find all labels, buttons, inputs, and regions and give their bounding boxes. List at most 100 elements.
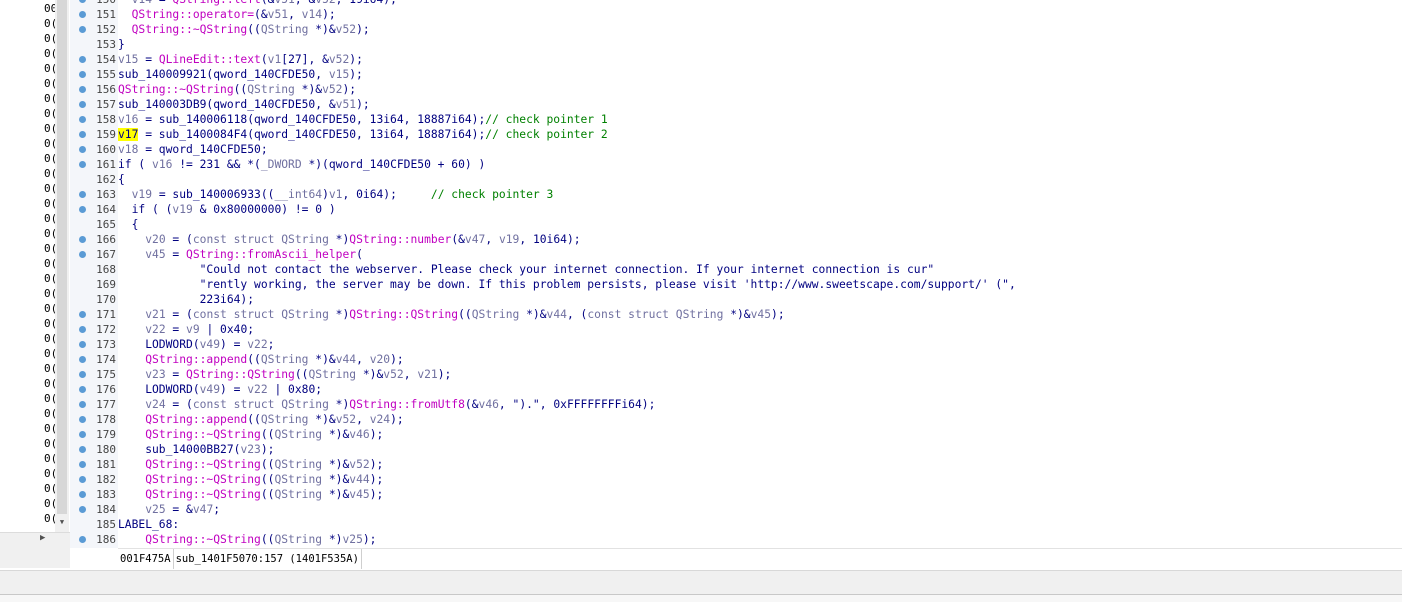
code-text[interactable]: "rently working, the server may be down.…: [118, 277, 1016, 292]
breakpoint-dot-icon[interactable]: [79, 311, 86, 318]
code-line[interactable]: 171 v21 = (const struct QString *)QStrin…: [70, 307, 1402, 322]
code-text[interactable]: sub_14000BB27(v23);: [118, 442, 274, 457]
breakpoint-dot-icon[interactable]: [79, 356, 86, 363]
code-text[interactable]: sub_140003DB9(qword_140CFDE50, &v51);: [118, 97, 370, 112]
code-line[interactable]: 152 QString::~QString((QString *)&v52);: [70, 22, 1402, 37]
code-text[interactable]: v19 = sub_140006933((__int64)v1, 0i64); …: [118, 187, 554, 202]
code-line[interactable]: 168 "Could not contact the webserver. Pl…: [70, 262, 1402, 277]
code-text[interactable]: QString::~QString((QString *)&v44);: [118, 472, 383, 487]
code-line[interactable]: 186 QString::~QString((QString *)v25);: [70, 532, 1402, 547]
breakpoint-dot-icon[interactable]: [79, 431, 86, 438]
code-text[interactable]: QString::~QString((QString *)v25);: [118, 532, 376, 547]
code-line[interactable]: 177 v24 = (const struct QString *)QStrin…: [70, 397, 1402, 412]
code-text[interactable]: v15 = QLineEdit::text(v1[27], &v52);: [118, 52, 363, 67]
code-text[interactable]: v18 = qword_140CFDE50;: [118, 142, 268, 157]
code-text[interactable]: QString::~QString((QString *)&v52);: [118, 22, 370, 37]
code-line[interactable]: 157 sub_140003DB9(qword_140CFDE50, &v51);: [70, 97, 1402, 112]
breakpoint-dot-icon[interactable]: [79, 371, 86, 378]
breakpoint-dot-icon[interactable]: [79, 71, 86, 78]
breakpoint-dot-icon[interactable]: [79, 131, 86, 138]
code-text[interactable]: v45 = QString::fromAscii_helper(: [118, 247, 363, 262]
code-text[interactable]: v23 = QString::QString((QString *)&v52, …: [118, 367, 451, 382]
code-line[interactable]: 184 v25 = &v47;: [70, 502, 1402, 517]
code-line[interactable]: 156 QString::~QString((QString *)&v52);: [70, 82, 1402, 97]
breakpoint-dot-icon[interactable]: [79, 146, 86, 153]
code-line[interactable]: 150 v14 = QString::left(&v51, &v52, 19i6…: [70, 0, 1402, 7]
breakpoint-dot-icon[interactable]: [79, 161, 86, 168]
code-text[interactable]: LODWORD(v49) = v22 | 0x80;: [118, 382, 322, 397]
breakpoint-dot-icon[interactable]: [79, 401, 86, 408]
code-line[interactable]: 151 QString::operator=(&v51, v14);: [70, 7, 1402, 22]
breakpoint-dot-icon[interactable]: [79, 491, 86, 498]
code-text[interactable]: if ( v16 != 231 && *(_DWORD *)(qword_140…: [118, 157, 485, 172]
code-line[interactable]: 173 LODWORD(v49) = v22;: [70, 337, 1402, 352]
code-text[interactable]: QString::append((QString *)&v52, v24);: [118, 412, 404, 427]
code-text[interactable]: QString::operator=(&v51, v14);: [118, 7, 336, 22]
breakpoint-dot-icon[interactable]: [79, 86, 86, 93]
vertical-scrollbar[interactable]: ▼: [55, 0, 69, 532]
code-text[interactable]: 223i64);: [118, 292, 254, 307]
code-line[interactable]: 178 QString::append((QString *)&v52, v24…: [70, 412, 1402, 427]
code-text[interactable]: QString::~QString((QString *)&v52);: [118, 82, 356, 97]
breakpoint-dot-icon[interactable]: [79, 56, 86, 63]
breakpoint-dot-icon[interactable]: [79, 416, 86, 423]
code-line[interactable]: 160 v18 = qword_140CFDE50;: [70, 142, 1402, 157]
breakpoint-dot-icon[interactable]: [79, 326, 86, 333]
code-line[interactable]: 183 QString::~QString((QString *)&v45);: [70, 487, 1402, 502]
code-line[interactable]: 158 v16 = sub_140006118(qword_140CFDE50, …: [70, 112, 1402, 127]
code-text[interactable]: }: [118, 37, 125, 52]
breakpoint-dot-icon[interactable]: [79, 11, 86, 18]
code-text[interactable]: LABEL_68:: [118, 517, 179, 532]
code-text[interactable]: v21 = (const struct QString *)QString::Q…: [118, 307, 784, 322]
code-text[interactable]: v25 = &v47;: [118, 502, 220, 517]
breakpoint-dot-icon[interactable]: [79, 101, 86, 108]
code-line[interactable]: 164 if ( (v19 & 0x80000000) != 0 ): [70, 202, 1402, 217]
code-line[interactable]: 182 QString::~QString((QString *)&v44);: [70, 472, 1402, 487]
code-line[interactable]: 153}: [70, 37, 1402, 52]
code-line[interactable]: 165 {: [70, 217, 1402, 232]
code-line[interactable]: 175 v23 = QString::QString((QString *)&v…: [70, 367, 1402, 382]
code-line[interactable]: 172 v22 = v9 | 0x40;: [70, 322, 1402, 337]
breakpoint-dot-icon[interactable]: [79, 386, 86, 393]
horizontal-scrollbar[interactable]: ▶: [0, 532, 70, 547]
code-line[interactable]: 179 QString::~QString((QString *)&v46);: [70, 427, 1402, 442]
code-line[interactable]: 159 v17 = sub_1400084F4(qword_140CFDE50, …: [70, 127, 1402, 142]
code-text[interactable]: {: [118, 172, 125, 187]
chevron-right-icon[interactable]: ▶: [40, 533, 45, 543]
code-line[interactable]: 169 "rently working, the server may be d…: [70, 277, 1402, 292]
function-list-pane[interactable]: 00 0(0(0(0(0(0(0(0(0(0(0(0(0(0(0(0(0(0(0(…: [0, 0, 71, 532]
breakpoint-dot-icon[interactable]: [79, 26, 86, 33]
breakpoint-dot-icon[interactable]: [79, 536, 86, 543]
code-text[interactable]: QString::~QString((QString *)&v52);: [118, 457, 383, 472]
code-line[interactable]: 167 v45 = QString::fromAscii_helper(: [70, 247, 1402, 262]
code-line[interactable]: 166 v20 = (const struct QString *)QStrin…: [70, 232, 1402, 247]
code-line[interactable]: 155 sub_140009921(qword_140CFDE50, v15);: [70, 67, 1402, 82]
breakpoint-dot-icon[interactable]: [79, 191, 86, 198]
breakpoint-dot-icon[interactable]: [79, 116, 86, 123]
code-text[interactable]: v24 = (const struct QString *)QString::f…: [118, 397, 655, 412]
code-line[interactable]: 180 sub_14000BB27(v23);: [70, 442, 1402, 457]
code-line[interactable]: 154 v15 = QLineEdit::text(v1[27], &v52);: [70, 52, 1402, 67]
code-line[interactable]: 185 LABEL_68:: [70, 517, 1402, 532]
code-line[interactable]: 162{: [70, 172, 1402, 187]
code-text[interactable]: v20 = (const struct QString *)QString::n…: [118, 232, 580, 247]
chevron-down-icon[interactable]: ▼: [55, 518, 69, 528]
breakpoint-dot-icon[interactable]: [79, 0, 86, 3]
code-text[interactable]: LODWORD(v49) = v22;: [118, 337, 274, 352]
code-text[interactable]: v17 = sub_1400084F4(qword_140CFDE50, 13i…: [118, 127, 608, 142]
breakpoint-dot-icon[interactable]: [79, 506, 86, 513]
breakpoint-dot-icon[interactable]: [79, 476, 86, 483]
code-text[interactable]: QString::~QString((QString *)&v46);: [118, 427, 383, 442]
code-line[interactable]: 174 QString::append((QString *)&v44, v20…: [70, 352, 1402, 367]
breakpoint-dot-icon[interactable]: [79, 461, 86, 468]
code-line[interactable]: 161 if ( v16 != 231 && *(_DWORD *)(qword_…: [70, 157, 1402, 172]
code-line[interactable]: 163 v19 = sub_140006933((__int64)v1, 0i6…: [70, 187, 1402, 202]
scrollbar-thumb[interactable]: [57, 0, 67, 514]
breakpoint-dot-icon[interactable]: [79, 251, 86, 258]
code-text[interactable]: if ( (v19 & 0x80000000) != 0 ): [118, 202, 336, 217]
code-text[interactable]: QString::append((QString *)&v44, v20);: [118, 352, 404, 367]
code-text[interactable]: "Could not contact the webserver. Please…: [118, 262, 935, 277]
breakpoint-dot-icon[interactable]: [79, 206, 86, 213]
breakpoint-dot-icon[interactable]: [79, 446, 86, 453]
code-text[interactable]: QString::~QString((QString *)&v45);: [118, 487, 383, 502]
